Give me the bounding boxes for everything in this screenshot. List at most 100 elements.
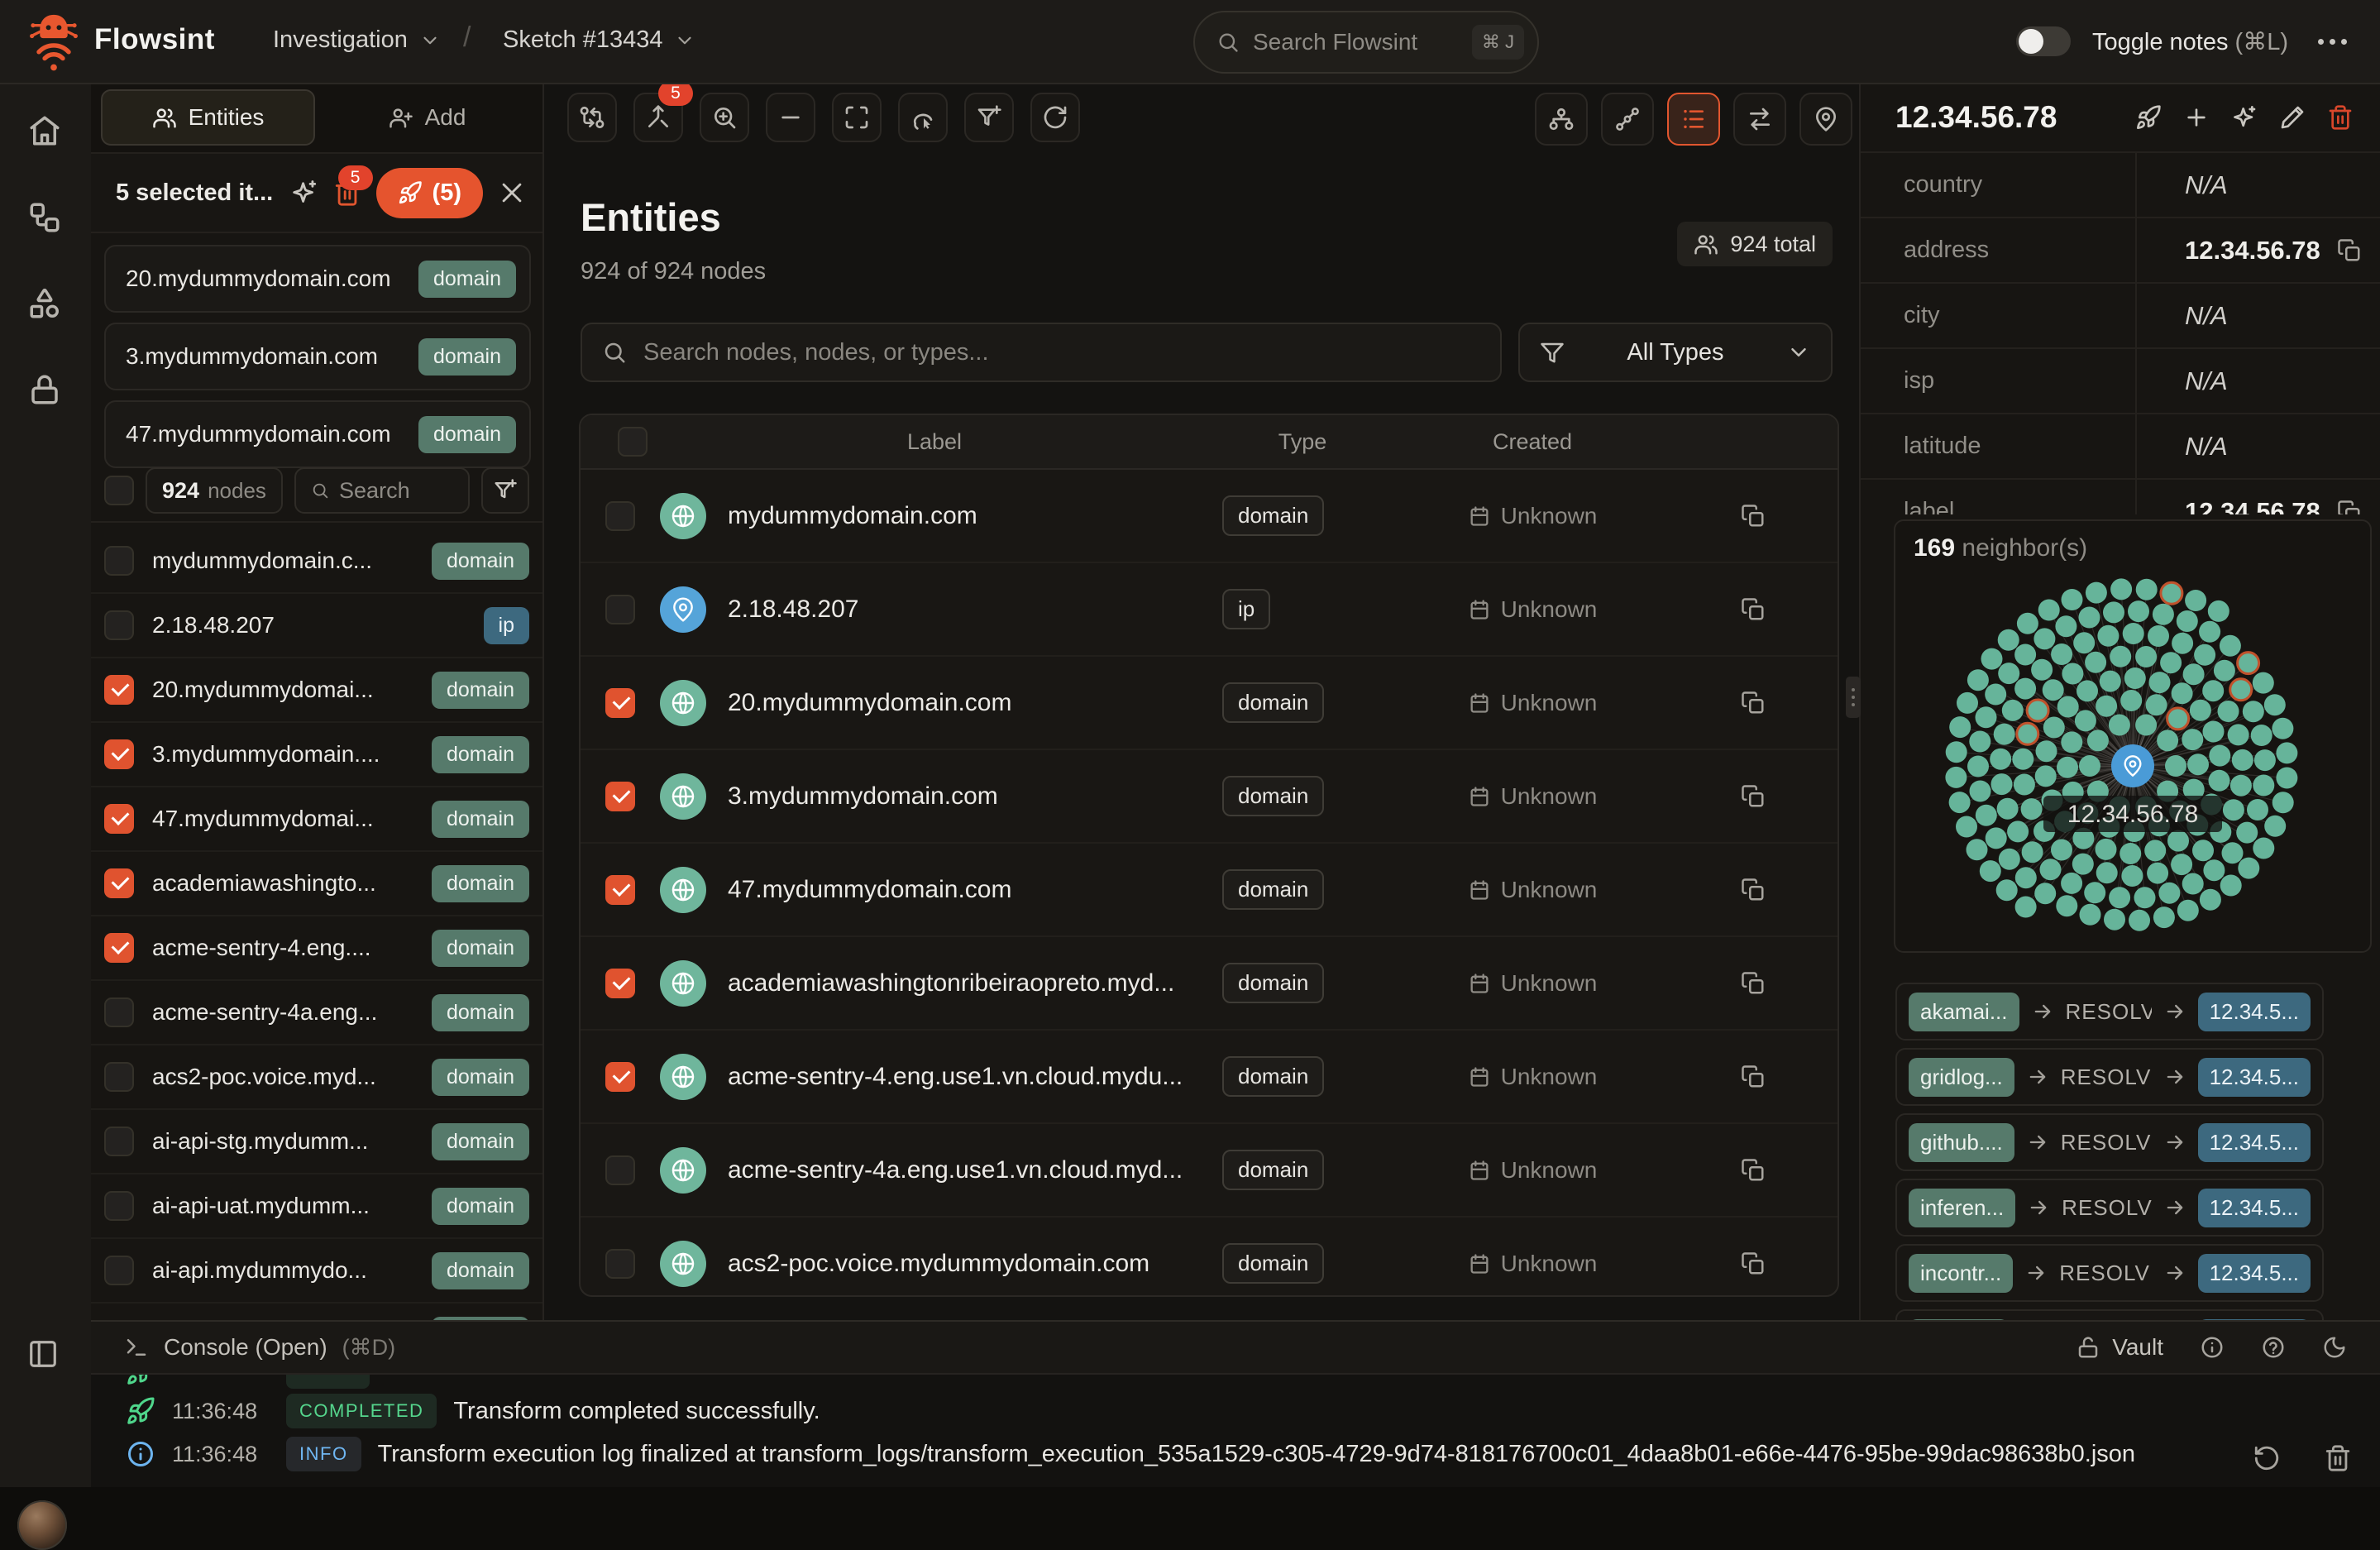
neighbor-node[interactable] bbox=[2110, 578, 2132, 600]
neighbor-node[interactable] bbox=[2104, 909, 2125, 930]
relation-row[interactable]: incontr... RESOLVE... 12.34.5... bbox=[1895, 1244, 2324, 1302]
neighbor-node[interactable] bbox=[2097, 625, 2119, 647]
selected-entity-chip[interactable]: 3.mydummydomain.com domain bbox=[104, 323, 531, 390]
neighbor-node[interactable] bbox=[2187, 753, 2209, 775]
entity-list-item[interactable]: 20.mydummydomai... domain bbox=[91, 658, 542, 723]
neighbor-node[interactable] bbox=[2236, 822, 2258, 844]
clear-logs-trash-icon[interactable] bbox=[2324, 1444, 2352, 1472]
row-checkbox[interactable] bbox=[104, 933, 134, 963]
neighbor-node[interactable] bbox=[2034, 628, 2055, 649]
neighbor-node[interactable] bbox=[2002, 700, 2024, 721]
neighbor-node[interactable] bbox=[2051, 643, 2072, 665]
neighbor-node[interactable] bbox=[2034, 883, 2056, 904]
neighbor-node[interactable] bbox=[2100, 671, 2121, 692]
neighbor-node[interactable] bbox=[2079, 607, 2100, 629]
row-checkbox[interactable] bbox=[605, 1249, 635, 1279]
theme-moon-icon[interactable] bbox=[2322, 1335, 2347, 1360]
neighbor-node[interactable] bbox=[1994, 724, 2015, 745]
zoom-in-button[interactable] bbox=[700, 93, 749, 142]
neighbor-node[interactable] bbox=[1998, 629, 2019, 651]
neighbor-node[interactable] bbox=[2096, 862, 2118, 883]
clear-selection-button[interactable] bbox=[498, 179, 526, 207]
neighbor-node[interactable] bbox=[2167, 830, 2189, 852]
neighbor-node[interactable] bbox=[2177, 900, 2199, 921]
neighbor-node[interactable] bbox=[1967, 756, 1989, 777]
neighbor-node[interactable] bbox=[2096, 839, 2117, 860]
sparkles-button[interactable] bbox=[290, 179, 318, 207]
copy-icon[interactable] bbox=[1741, 504, 1766, 529]
entity-list-item[interactable]: domain bbox=[91, 1304, 542, 1320]
lock-icon[interactable] bbox=[27, 372, 62, 407]
row-checkbox[interactable] bbox=[104, 1256, 134, 1285]
neighbor-node[interactable] bbox=[2080, 904, 2101, 926]
entity-list-item[interactable]: academiawashingto... domain bbox=[91, 852, 542, 916]
neighbor-node[interactable] bbox=[2015, 867, 2037, 888]
copy-icon[interactable] bbox=[2337, 500, 2362, 515]
neighbor-node[interactable] bbox=[2086, 582, 2107, 604]
neighbor-node[interactable] bbox=[2085, 652, 2106, 673]
copy-icon[interactable] bbox=[1741, 1158, 1766, 1183]
row-checkbox[interactable] bbox=[605, 782, 635, 811]
table-row[interactable]: 2.18.48.207 ip Unknown bbox=[581, 563, 1838, 657]
neighbor-node[interactable] bbox=[2171, 854, 2192, 875]
neighbor-node[interactable] bbox=[2079, 755, 2100, 777]
copy-icon[interactable] bbox=[2337, 238, 2362, 263]
neighbor-node[interactable] bbox=[2183, 663, 2205, 685]
select-all-checkbox[interactable] bbox=[618, 427, 648, 457]
neighbor-node[interactable] bbox=[2185, 590, 2206, 611]
neighbor-node[interactable] bbox=[2077, 680, 2098, 701]
row-checkbox[interactable] bbox=[605, 875, 635, 905]
neighbor-node[interactable] bbox=[1949, 716, 1971, 738]
neighbor-node[interactable] bbox=[2165, 755, 2186, 777]
edit-button[interactable] bbox=[2279, 104, 2306, 131]
neighbor-node[interactable] bbox=[2087, 730, 2109, 751]
neighbor-node[interactable] bbox=[2120, 843, 2141, 864]
neighbor-node[interactable] bbox=[1976, 706, 1997, 728]
shapes-icon[interactable] bbox=[27, 286, 62, 321]
neighbor-node[interactable] bbox=[2167, 708, 2189, 730]
relation-row[interactable]: akamai... RESOLVE... 12.34.5... bbox=[1895, 983, 2324, 1041]
neighbor-node[interactable] bbox=[2072, 854, 2094, 875]
neighbor-node[interactable] bbox=[2160, 652, 2182, 673]
neighbor-node[interactable] bbox=[2209, 770, 2230, 792]
neighbor-node[interactable] bbox=[2096, 696, 2117, 717]
selected-entity-chip[interactable]: 20.mydummydomain.com domain bbox=[104, 245, 531, 313]
row-checkbox[interactable] bbox=[104, 1062, 134, 1092]
neighbor-node[interactable] bbox=[2232, 749, 2253, 771]
neighbor-node[interactable] bbox=[1945, 767, 1967, 788]
neighbor-node[interactable] bbox=[2177, 610, 2198, 632]
entity-list-item[interactable]: ai-api-uat.mydumm... domain bbox=[91, 1174, 542, 1239]
view-list-button[interactable] bbox=[1667, 93, 1720, 146]
table-row[interactable]: acme-sentry-4a.eng.use1.vn.cloud.myd... … bbox=[581, 1124, 1838, 1218]
neighbor-node[interactable] bbox=[1985, 684, 2006, 706]
neighbor-node[interactable] bbox=[2230, 775, 2252, 797]
neighbor-node[interactable] bbox=[2147, 863, 2168, 884]
neighbor-node[interactable] bbox=[2192, 840, 2214, 861]
neighbor-node[interactable] bbox=[2158, 883, 2180, 904]
neighbor-node[interactable] bbox=[2103, 601, 2124, 623]
neighbor-node[interactable] bbox=[1956, 816, 1977, 838]
zoom-out-button[interactable] bbox=[766, 93, 815, 142]
neighbor-node[interactable] bbox=[2040, 859, 2062, 880]
launch-transform-button[interactable]: (5) bbox=[376, 168, 483, 218]
neighbor-node[interactable] bbox=[2084, 882, 2105, 903]
view-map-button[interactable] bbox=[1799, 93, 1852, 146]
column-label[interactable]: Label bbox=[660, 429, 1209, 455]
selected-entity-chip[interactable]: 47.mydummydomain.com domain bbox=[104, 400, 531, 468]
neighbor-node[interactable] bbox=[2056, 895, 2077, 916]
relation-row[interactable]: image... RESOLVE... 12.34.5... bbox=[1895, 1309, 2324, 1320]
neighbor-node[interactable] bbox=[2148, 625, 2169, 647]
neighbor-node[interactable] bbox=[2172, 633, 2193, 654]
user-avatar[interactable] bbox=[17, 1500, 67, 1550]
neighbor-node[interactable] bbox=[2203, 721, 2225, 743]
neighbor-node[interactable] bbox=[2043, 717, 2065, 739]
neighbor-node[interactable] bbox=[2199, 621, 2220, 643]
neighbor-node[interactable] bbox=[2021, 798, 2043, 820]
sparkles-button[interactable] bbox=[2231, 104, 2258, 131]
entity-list-item[interactable]: 47.mydummydomai... domain bbox=[91, 787, 542, 852]
table-row[interactable]: acs2-poc.voice.mydummydomain.com domain … bbox=[581, 1218, 1838, 1297]
rocket-button[interactable] bbox=[2135, 104, 2162, 131]
delete-selected-button[interactable]: 5 bbox=[333, 179, 361, 207]
add-property-button[interactable] bbox=[2183, 104, 2210, 131]
neighbor-node[interactable] bbox=[2209, 745, 2230, 767]
